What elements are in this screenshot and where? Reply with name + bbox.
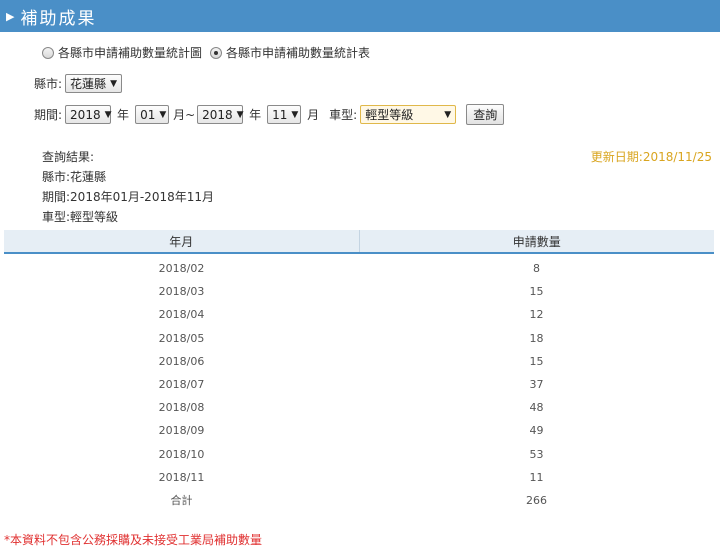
county-filter: 縣市: 花蓮縣 ▼ [34, 74, 122, 93]
cell-count: 11 [529, 470, 544, 484]
update-date: 更新日期:2018/11/25 [590, 150, 712, 164]
table-row: 2018/10 53 [4, 443, 714, 466]
dropdown-arrow-icon: ▼ [236, 109, 244, 120]
column-header-month: 年月 [169, 234, 194, 249]
cell-total-label: 合計 [170, 494, 193, 508]
cell-month: 2018/07 [158, 378, 205, 392]
result-period: 期間:2018年01月-2018年11月 [42, 190, 214, 204]
cell-month: 2018/06 [158, 354, 205, 368]
start-month-select[interactable]: 01 ▼ [135, 105, 170, 124]
table-row: 2018/08 48 [4, 396, 714, 419]
cell-count: 48 [529, 401, 544, 415]
dropdown-arrow-icon: ▼ [104, 109, 112, 120]
result-county: 縣市:花蓮縣 [42, 170, 107, 184]
radio-table-view[interactable] [210, 46, 223, 59]
dropdown-arrow-icon: ▼ [444, 109, 452, 120]
start-month-value: 01 [140, 107, 156, 122]
month-tilde: 月~ [173, 108, 196, 122]
vehicle-type-value: 輕型等級 [365, 108, 414, 122]
county-select[interactable]: 花蓮縣 ▼ [65, 74, 122, 93]
period-filter: 期間: 2018 ▼ 年 01 ▼ 月~ 2018 ▼ 年 11 ▼ 月 車型:… [34, 104, 505, 125]
county-select-value: 花蓮縣 [70, 77, 107, 91]
result-summary: 查詢結果: 縣市:花蓮縣 期間:2018年01月-2018年11月 車型:輕型等… [42, 147, 214, 227]
cell-month: 2018/10 [158, 447, 205, 461]
table-row: 2018/02 8 [4, 257, 714, 280]
cell-month: 2018/04 [158, 308, 205, 322]
table-row: 2018/11 11 [4, 466, 714, 489]
month-suffix: 月 [307, 108, 320, 122]
cell-count: 15 [529, 285, 544, 299]
end-year-select[interactable]: 2018 ▼ [197, 105, 244, 124]
end-month-value: 11 [272, 107, 288, 122]
cell-count: 37 [529, 378, 544, 392]
cell-count: 49 [529, 424, 544, 438]
view-toggle: 各縣市申請補助數量統計圖 各縣市申請補助數量統計表 [34, 44, 378, 61]
cell-count: 53 [529, 447, 544, 461]
table-row: 2018/05 18 [4, 327, 714, 350]
dropdown-arrow-icon: ▼ [159, 109, 167, 120]
radio-table-view-label[interactable]: 各縣市申請補助數量統計表 [226, 44, 370, 61]
radio-chart-view-label[interactable]: 各縣市申請補助數量統計圖 [58, 44, 202, 61]
vehicle-type-select[interactable]: 輕型等級 ▼ [360, 105, 457, 124]
period-label: 期間: [34, 108, 63, 122]
result-table: 年月 申請數量 2018/02 8 2018/03 15 2018/04 12 201… [4, 230, 714, 512]
start-year-select[interactable]: 2018 ▼ [65, 105, 112, 124]
query-button[interactable]: 查詢 [466, 104, 505, 125]
vehicle-type-label: 車型: [329, 108, 358, 122]
cell-month: 2018/02 [158, 262, 205, 276]
radio-chart-view[interactable] [42, 46, 54, 59]
section-title: 補助成果 [20, 8, 97, 29]
table-row: 2018/04 12 [4, 303, 714, 326]
result-type: 車型:輕型等級 [42, 210, 119, 224]
cell-month: 2018/03 [158, 285, 205, 299]
end-month-select[interactable]: 11 ▼ [267, 105, 302, 124]
cell-month: 2018/08 [158, 401, 205, 415]
table-row: 2018/06 15 [4, 350, 714, 373]
footnote: *本資料不包含公務採購及未接受工業局補助數量 [4, 533, 263, 547]
dropdown-arrow-icon: ▼ [291, 109, 299, 120]
table-row: 2018/09 49 [4, 419, 714, 442]
table-row: 2018/07 37 [4, 373, 714, 396]
year-suffix-2: 年 [249, 108, 262, 122]
triangle-right-icon: ▶ [6, 9, 15, 23]
table-header: 年月 申請數量 [4, 230, 714, 254]
cell-count: 15 [529, 354, 544, 368]
table-body: 2018/02 8 2018/03 15 2018/04 12 2018/05 18 2… [4, 254, 714, 512]
year-suffix: 年 [117, 108, 130, 122]
table-total-row: 合計 266 [4, 489, 714, 512]
table-row: 2018/03 15 [4, 280, 714, 303]
dropdown-arrow-icon: ▼ [110, 78, 117, 89]
section-header: ▶ 補助成果 [0, 0, 720, 32]
cell-month: 2018/11 [158, 470, 205, 484]
cell-month: 2018/09 [158, 424, 205, 438]
cell-total-count: 266 [526, 493, 547, 507]
county-label: 縣市: [34, 77, 63, 91]
result-heading: 查詢結果: [42, 150, 95, 164]
start-year-value: 2018 [70, 107, 101, 122]
end-year-value: 2018 [202, 107, 233, 122]
column-header-count: 申請數量 [358, 230, 715, 252]
cell-count: 12 [529, 308, 544, 322]
cell-month: 2018/05 [158, 331, 205, 345]
cell-count: 18 [529, 331, 544, 345]
cell-count: 8 [533, 262, 540, 276]
